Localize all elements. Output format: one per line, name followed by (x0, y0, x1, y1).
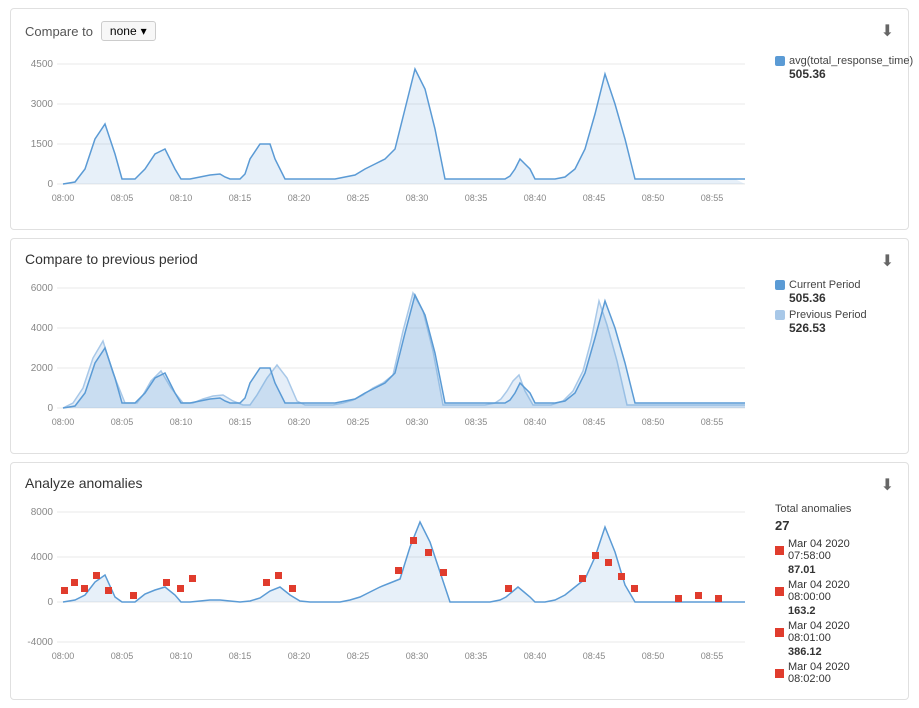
anomaly-date-2: Mar 04 2020 08:01:00 (788, 620, 894, 644)
legend-prev-label: Previous Period (789, 309, 867, 321)
svg-text:4000: 4000 (31, 552, 54, 563)
download-icon[interactable]: ⬇ (881, 21, 894, 41)
anomaly-val-0: 87.01 (788, 564, 894, 576)
svg-text:08:10: 08:10 (170, 651, 193, 661)
svg-text:08:05: 08:05 (111, 651, 134, 661)
svg-text:0: 0 (47, 179, 53, 190)
download-icon-3[interactable]: ⬇ (881, 475, 894, 495)
chart-svg-2: 6000 4000 2000 0 08:00 08:05 08:10 08:15… (25, 273, 765, 441)
anomaly-row-1: Mar 04 2020 08:00:00 (775, 579, 894, 603)
svg-text:08:15: 08:15 (229, 651, 252, 661)
legend-color-1 (775, 56, 785, 66)
anomaly-row-3: Mar 04 2020 08:02:00 (775, 661, 894, 685)
legend-current-label: Current Period (789, 279, 861, 291)
svg-text:0: 0 (47, 597, 53, 608)
legend-value-1: 505.36 (789, 67, 913, 81)
anomaly-row-0: Mar 04 2020 07:58:00 (775, 538, 894, 562)
svg-text:08:50: 08:50 (642, 417, 665, 427)
svg-text:2000: 2000 (31, 363, 54, 374)
svg-text:1500: 1500 (31, 139, 54, 150)
chart-legend-2: Current Period 505.36 Previous Period 52… (765, 273, 894, 337)
legend-prev-dot (775, 310, 785, 320)
svg-text:08:55: 08:55 (701, 417, 724, 427)
svg-text:-4000: -4000 (27, 637, 53, 648)
svg-text:08:10: 08:10 (170, 193, 193, 203)
svg-text:08:40: 08:40 (524, 193, 547, 203)
svg-text:3000: 3000 (31, 99, 54, 110)
svg-text:08:50: 08:50 (642, 193, 665, 203)
panel2-title: Compare to previous period (25, 251, 894, 267)
analyze-anomalies-panel: Analyze anomalies ⬇ 8000 4000 0 -4000 08… (10, 462, 909, 700)
svg-text:08:05: 08:05 (111, 193, 134, 203)
dropdown-value: none (110, 24, 137, 38)
total-anomalies-value: 27 (775, 518, 894, 533)
svg-text:08:35: 08:35 (465, 193, 488, 203)
svg-text:08:15: 08:15 (229, 417, 252, 427)
svg-text:08:35: 08:35 (465, 417, 488, 427)
svg-text:08:20: 08:20 (288, 417, 311, 427)
svg-text:08:25: 08:25 (347, 651, 370, 661)
svg-text:08:45: 08:45 (583, 651, 606, 661)
svg-text:08:55: 08:55 (701, 651, 724, 661)
svg-text:08:40: 08:40 (524, 651, 547, 661)
chart-area-2: 6000 4000 2000 0 08:00 08:05 08:10 08:15… (25, 273, 894, 441)
anomaly-val-1: 163.2 (788, 605, 894, 617)
svg-text:08:25: 08:25 (347, 417, 370, 427)
anomaly-dot-0 (775, 546, 784, 555)
svg-text:08:30: 08:30 (406, 193, 429, 203)
svg-text:08:50: 08:50 (642, 651, 665, 661)
svg-text:08:15: 08:15 (229, 193, 252, 203)
svg-text:08:05: 08:05 (111, 417, 134, 427)
svg-text:6000: 6000 (31, 283, 54, 294)
compare-label: Compare to (25, 24, 93, 39)
svg-text:08:35: 08:35 (465, 651, 488, 661)
svg-text:08:25: 08:25 (347, 193, 370, 203)
svg-text:0: 0 (47, 403, 53, 414)
panel3-title: Analyze anomalies (25, 475, 894, 491)
svg-text:08:00: 08:00 (52, 417, 75, 427)
legend-prev-value: 526.53 (789, 321, 867, 335)
anomaly-val-2: 386.12 (788, 646, 894, 658)
svg-text:08:55: 08:55 (701, 193, 724, 203)
svg-text:08:20: 08:20 (288, 651, 311, 661)
chart-area-3: 8000 4000 0 -4000 08:00 08:05 08:10 08:1… (25, 497, 894, 687)
svg-text:08:45: 08:45 (583, 417, 606, 427)
chart-area-1: 4500 3000 1500 0 08:00 08:05 08:10 08:15… (25, 49, 894, 217)
svg-text:08:40: 08:40 (524, 417, 547, 427)
chart-legend-1: avg(total_response_time) 505.36 (765, 49, 905, 83)
svg-text:08:30: 08:30 (406, 417, 429, 427)
anomaly-date-3: Mar 04 2020 08:02:00 (788, 661, 894, 685)
anomaly-dot-3 (775, 669, 784, 678)
legend-metric-1: avg(total_response_time) (789, 55, 913, 67)
chart-svg-3: 8000 4000 0 -4000 08:00 08:05 08:10 08:1… (25, 497, 765, 675)
anomaly-dot-1 (775, 587, 784, 596)
svg-text:08:30: 08:30 (406, 651, 429, 661)
download-icon-2[interactable]: ⬇ (881, 251, 894, 271)
compare-previous-panel: Compare to previous period ⬇ 6000 4000 2… (10, 238, 909, 454)
svg-text:08:45: 08:45 (583, 193, 606, 203)
svg-text:4500: 4500 (31, 59, 54, 70)
anomaly-row-2: Mar 04 2020 08:01:00 (775, 620, 894, 644)
anomaly-date-1: Mar 04 2020 08:00:00 (788, 579, 894, 603)
svg-text:8000: 8000 (31, 507, 54, 518)
anomaly-dot-2 (775, 628, 784, 637)
legend-current-dot (775, 280, 785, 290)
compare-dropdown[interactable]: none ▾ (101, 21, 156, 41)
chevron-down-icon: ▾ (141, 24, 147, 38)
chart-svg-1: 4500 3000 1500 0 08:00 08:05 08:10 08:15… (25, 49, 765, 217)
compare-controls: Compare to none ▾ (25, 21, 894, 41)
total-anomalies-label: Total anomalies (775, 503, 851, 515)
compare-to-panel: Compare to none ▾ ⬇ 4500 3000 1500 0 08:… (10, 8, 909, 230)
svg-text:08:10: 08:10 (170, 417, 193, 427)
svg-text:4000: 4000 (31, 323, 54, 334)
legend-current-value: 505.36 (789, 291, 861, 305)
anomaly-date-0: Mar 04 2020 07:58:00 (788, 538, 894, 562)
chart-legend-3: Total anomalies 27 Mar 04 2020 07:58:00 … (765, 497, 894, 687)
anomaly-list: Mar 04 2020 07:58:00 87.01 Mar 04 2020 0… (775, 538, 894, 685)
svg-text:08:00: 08:00 (52, 193, 75, 203)
svg-text:08:20: 08:20 (288, 193, 311, 203)
svg-text:08:00: 08:00 (52, 651, 75, 661)
